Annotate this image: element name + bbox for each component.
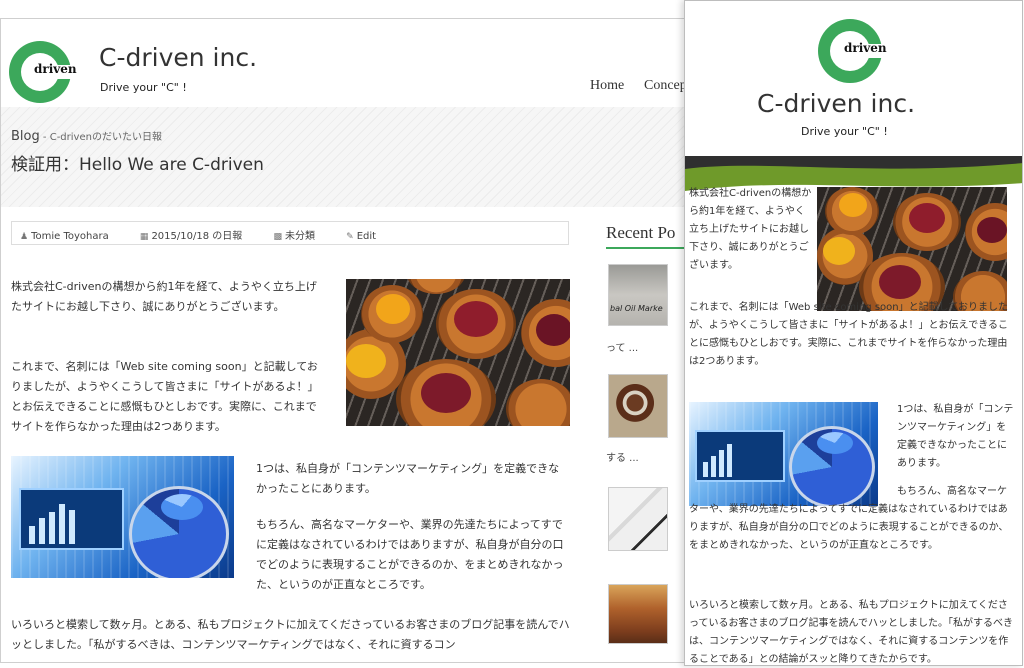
recent-post-caption-1: bal Oil Marke <box>610 304 663 313</box>
pastry-image <box>346 279 570 426</box>
meta-category[interactable]: ▩ 未分類 <box>273 231 329 242</box>
post-paragraph-3: 1つは、私自身が「コンテンツマーケティング」を定義できなかったことにあります。 <box>256 462 560 495</box>
recent-post-thumb-4[interactable] <box>608 584 668 644</box>
user-icon: ♟ <box>20 232 29 242</box>
breadcrumb: Blog - C-drivenのだいたい日報 <box>11 128 162 144</box>
site-logo[interactable]: driven <box>9 41 77 103</box>
mobile-post-paragraph-2: これまで、名刺には「Web site coming soon」と記載しておりまし… <box>689 302 1009 367</box>
post-meta: ♟ Tomie Toyohara ▦ 2015/10/18 の日報 ▩ 未分類 ✎ Ed… <box>11 221 569 245</box>
meta-author[interactable]: ♟ Tomie Toyohara <box>20 231 123 242</box>
meta-edit-link[interactable]: ✎ Edit <box>346 231 390 242</box>
mobile-logo-text: driven <box>844 41 887 55</box>
meta-date[interactable]: ▦ 2015/10/18 の日報 <box>140 231 256 242</box>
recent-post-excerpt-2: する ... <box>606 453 639 464</box>
mobile-pastry-image <box>817 187 1007 311</box>
post-paragraph-4: もちろん、高名なマーケターや、業界の先達たちによってすでに定義はなされているわけ… <box>256 518 564 591</box>
breadcrumb-blog-link[interactable]: Blog <box>11 129 40 144</box>
recent-post-thumb-1[interactable] <box>608 264 668 326</box>
logo-text: driven <box>34 62 77 76</box>
breadcrumb-sub: - C-drivenのだいたい日報 <box>39 132 162 143</box>
chart-image <box>11 456 234 578</box>
post-paragraph-1: 株式会社C-drivenの構想から約1年を経て、ようやく立ち上げたサイトにお越し… <box>11 280 317 313</box>
page-title: 検証用：Hello We are C-driven <box>11 155 264 175</box>
mobile-view: driven C-driven inc. Drive your "C" ! 株式… <box>684 0 1023 666</box>
pencil-icon: ✎ <box>346 232 354 242</box>
mobile-post-paragraph-4: もちろん、高名なマーケターや、業界の先達たちによってすでに定義はなされているわけ… <box>689 486 1009 551</box>
recent-posts-title: Recent Po <box>606 223 676 242</box>
post-paragraph-2: これまで、名刺には「Web site coming soon」と記載しておりまし… <box>11 360 319 433</box>
site-title[interactable]: C-driven inc. <box>99 43 257 72</box>
site-tagline: Drive your "C" ! <box>100 81 187 94</box>
mobile-post-paragraph-5: いろいろと模索して数ヶ月。とある、私もプロジェクトに加えてくださっているお客さま… <box>689 600 1013 665</box>
mobile-site-title[interactable]: C-driven inc. <box>757 89 915 118</box>
post-paragraph-5: いろいろと模索して数ヶ月。とある、私もプロジェクトに加えてくださっているお客さま… <box>11 618 570 651</box>
recent-post-thumb-2[interactable] <box>608 374 668 438</box>
nav-item-concept[interactable]: Concep <box>644 78 687 94</box>
desktop-view: driven C-driven inc. Drive your "C" ! Ho… <box>0 18 700 663</box>
recent-post-excerpt-1: って ... <box>606 343 639 354</box>
mobile-post-paragraph-3: 1つは、私自身が「コンテンツマーケティング」を定義できなかったことにあります。 <box>897 404 1014 469</box>
calendar-icon: ▦ <box>139 232 149 242</box>
recent-post-thumb-3[interactable] <box>608 487 668 551</box>
nav-item-home[interactable]: Home <box>590 78 624 94</box>
mobile-post-paragraph-1: 株式会社C-drivenの構想から約1年を経て、ようやく立ち上げたサイトにお越し… <box>689 188 812 271</box>
folder-icon: ▩ <box>273 232 282 242</box>
mobile-site-tagline: Drive your "C" ! <box>801 125 888 138</box>
mobile-site-logo[interactable]: driven <box>818 19 887 83</box>
